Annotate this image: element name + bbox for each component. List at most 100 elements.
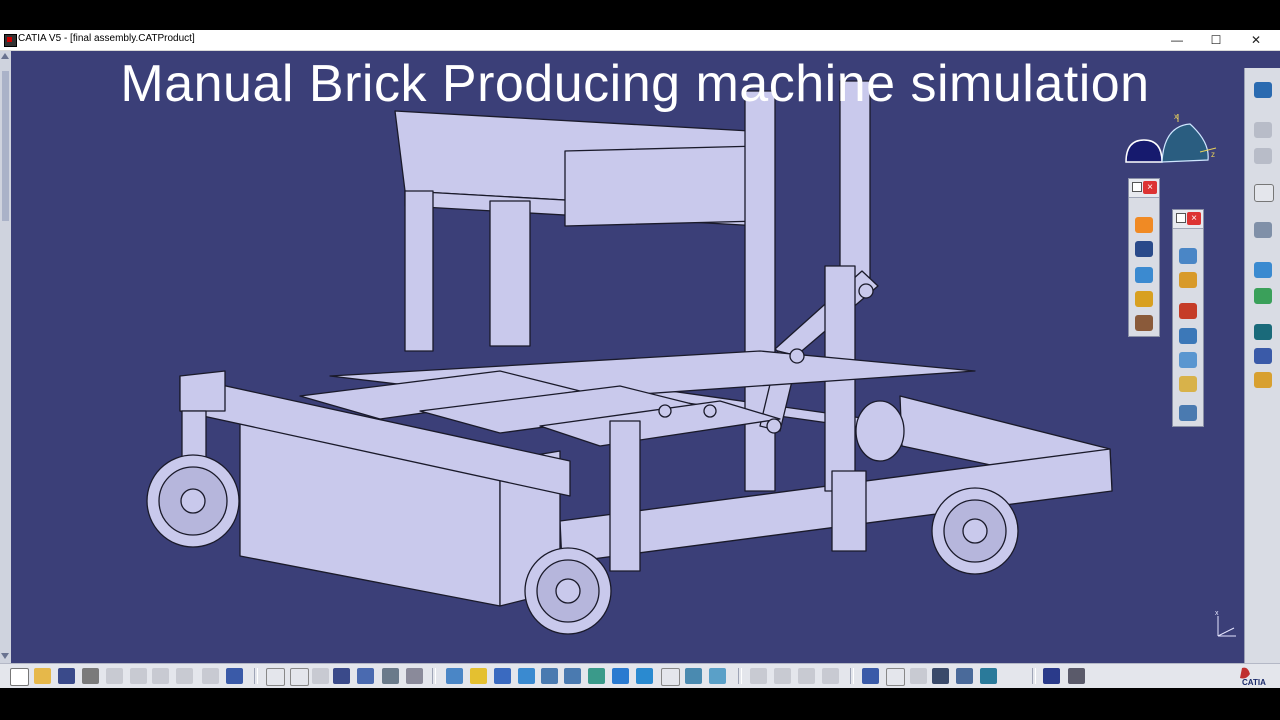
hide-show-icon[interactable]: [661, 668, 680, 686]
k-icon[interactable]: [886, 668, 905, 686]
window-titlebar: CATIA V5 - [final assembly.CATProduct] —…: [0, 30, 1280, 51]
toolbar-separator: [1032, 668, 1036, 684]
save-icon[interactable]: [58, 668, 75, 684]
component-icon[interactable]: [1254, 148, 1272, 164]
catia-logo-text: CATIA: [1242, 678, 1266, 687]
multi-view-icon[interactable]: [612, 668, 629, 684]
scroll-down-arrow-icon[interactable]: [1, 653, 9, 659]
gear-joint-icon[interactable]: [1179, 376, 1197, 392]
wheel-rear-right: [931, 487, 1019, 575]
left-scrollbar[interactable]: [0, 51, 11, 663]
snap-icon[interactable]: [1254, 288, 1272, 304]
palette-header[interactable]: ×: [1173, 210, 1203, 229]
front-beam-end: [179, 370, 226, 412]
new-icon[interactable]: [10, 668, 29, 686]
player-icon[interactable]: [1135, 241, 1153, 257]
rigid-joint-icon[interactable]: [1179, 328, 1197, 344]
fit-all-icon[interactable]: [470, 668, 487, 684]
prismatic-joint-icon[interactable]: [1179, 272, 1197, 288]
light-icon[interactable]: [1004, 668, 1021, 684]
open-icon[interactable]: [34, 668, 51, 684]
constraint-icon[interactable]: [1254, 262, 1272, 278]
undo-icon[interactable]: [176, 668, 193, 684]
toolbar-separator: [850, 668, 854, 684]
tree-icon[interactable]: [357, 668, 374, 684]
explode-icon[interactable]: [1254, 222, 1272, 238]
arrow-icon[interactable]: [910, 668, 927, 684]
wheel-front-left: [146, 454, 240, 548]
fix-part-icon[interactable]: [1179, 405, 1197, 421]
bottom-letterbox: [0, 688, 1280, 720]
cylindrical-joint-icon[interactable]: [1179, 303, 1197, 319]
3d-compass[interactable]: x z: [1118, 112, 1218, 182]
toolbar-separator: [738, 668, 742, 684]
swap-icon[interactable]: [685, 668, 702, 684]
spaces-icon[interactable]: [1043, 668, 1060, 684]
help-icon[interactable]: [226, 668, 243, 684]
pivot: [789, 348, 805, 364]
pivot: [766, 418, 782, 434]
bolt: [658, 404, 672, 418]
rear-cylinder: [855, 400, 905, 462]
measure-icon[interactable]: [1254, 372, 1272, 388]
top-letterbox: [0, 0, 1280, 30]
machine-model[interactable]: [0, 51, 1280, 663]
law-icon[interactable]: [822, 668, 839, 684]
catalog-icon[interactable]: [382, 668, 399, 684]
compass-icon[interactable]: [862, 668, 879, 684]
link-icon[interactable]: [750, 668, 767, 684]
catia-app-icon: [4, 34, 17, 47]
mechanism-icon[interactable]: [1135, 267, 1153, 283]
formula-icon[interactable]: [266, 668, 285, 686]
tools-icon[interactable]: [1135, 315, 1153, 331]
clash-icon[interactable]: [1254, 348, 1272, 364]
rotate-icon[interactable]: [518, 668, 535, 684]
wheel-front-right: [524, 547, 612, 635]
simulation-icon[interactable]: [1135, 217, 1153, 233]
middle-leg: [609, 420, 641, 572]
print-icon[interactable]: [82, 668, 99, 684]
zoom-out-icon[interactable]: [564, 668, 581, 684]
palette-close-button[interactable]: ×: [1143, 181, 1157, 194]
update-icon[interactable]: [774, 668, 791, 684]
joint-icon[interactable]: [1135, 291, 1153, 307]
zoom-in-icon[interactable]: [541, 668, 558, 684]
options-icon[interactable]: [406, 668, 423, 684]
sketch-icon[interactable]: [312, 668, 329, 684]
palette-minimize-icon[interactable]: [1176, 213, 1186, 223]
sensor-icon[interactable]: [798, 668, 815, 684]
scene-icon[interactable]: [980, 668, 997, 684]
select-icon[interactable]: [1254, 184, 1274, 202]
catia-logo: CATIA: [1236, 664, 1272, 688]
close-button[interactable]: ✕: [1237, 30, 1275, 50]
palette-minimize-icon[interactable]: [1132, 182, 1142, 192]
device-icon[interactable]: [1068, 668, 1085, 684]
3d-viewport[interactable]: [0, 51, 1280, 663]
table-icon[interactable]: [333, 668, 350, 684]
search-icon[interactable]: [932, 668, 949, 684]
iso-view-icon[interactable]: [636, 668, 653, 684]
cut-icon[interactable]: [106, 668, 123, 684]
kinematics-joints-palette[interactable]: ×: [1172, 209, 1204, 427]
toolbar-separator: [432, 668, 436, 684]
planar-joint-icon[interactable]: [1179, 352, 1197, 368]
pivot: [858, 283, 874, 299]
maximize-button[interactable]: ☐: [1197, 30, 1235, 50]
manipulate-icon[interactable]: [1254, 324, 1272, 340]
palette-header[interactable]: ×: [1129, 179, 1159, 198]
pan-icon[interactable]: [494, 668, 511, 684]
comment-icon[interactable]: [290, 668, 309, 686]
normal-view-icon[interactable]: [588, 668, 605, 684]
simulation-palette[interactable]: ×: [1128, 178, 1160, 337]
copy-icon[interactable]: [130, 668, 147, 684]
product-structure-icon[interactable]: [1254, 122, 1272, 138]
product-icon[interactable]: [1254, 82, 1272, 98]
redo-icon[interactable]: [202, 668, 219, 684]
render-icon[interactable]: [709, 668, 726, 684]
minimize-button[interactable]: —: [1158, 30, 1196, 50]
fly-icon[interactable]: [446, 668, 463, 684]
revolute-joint-icon[interactable]: [1179, 248, 1197, 264]
palette-close-button[interactable]: ×: [1187, 212, 1201, 225]
paste-icon[interactable]: [152, 668, 169, 684]
ref-icon[interactable]: [956, 668, 973, 684]
